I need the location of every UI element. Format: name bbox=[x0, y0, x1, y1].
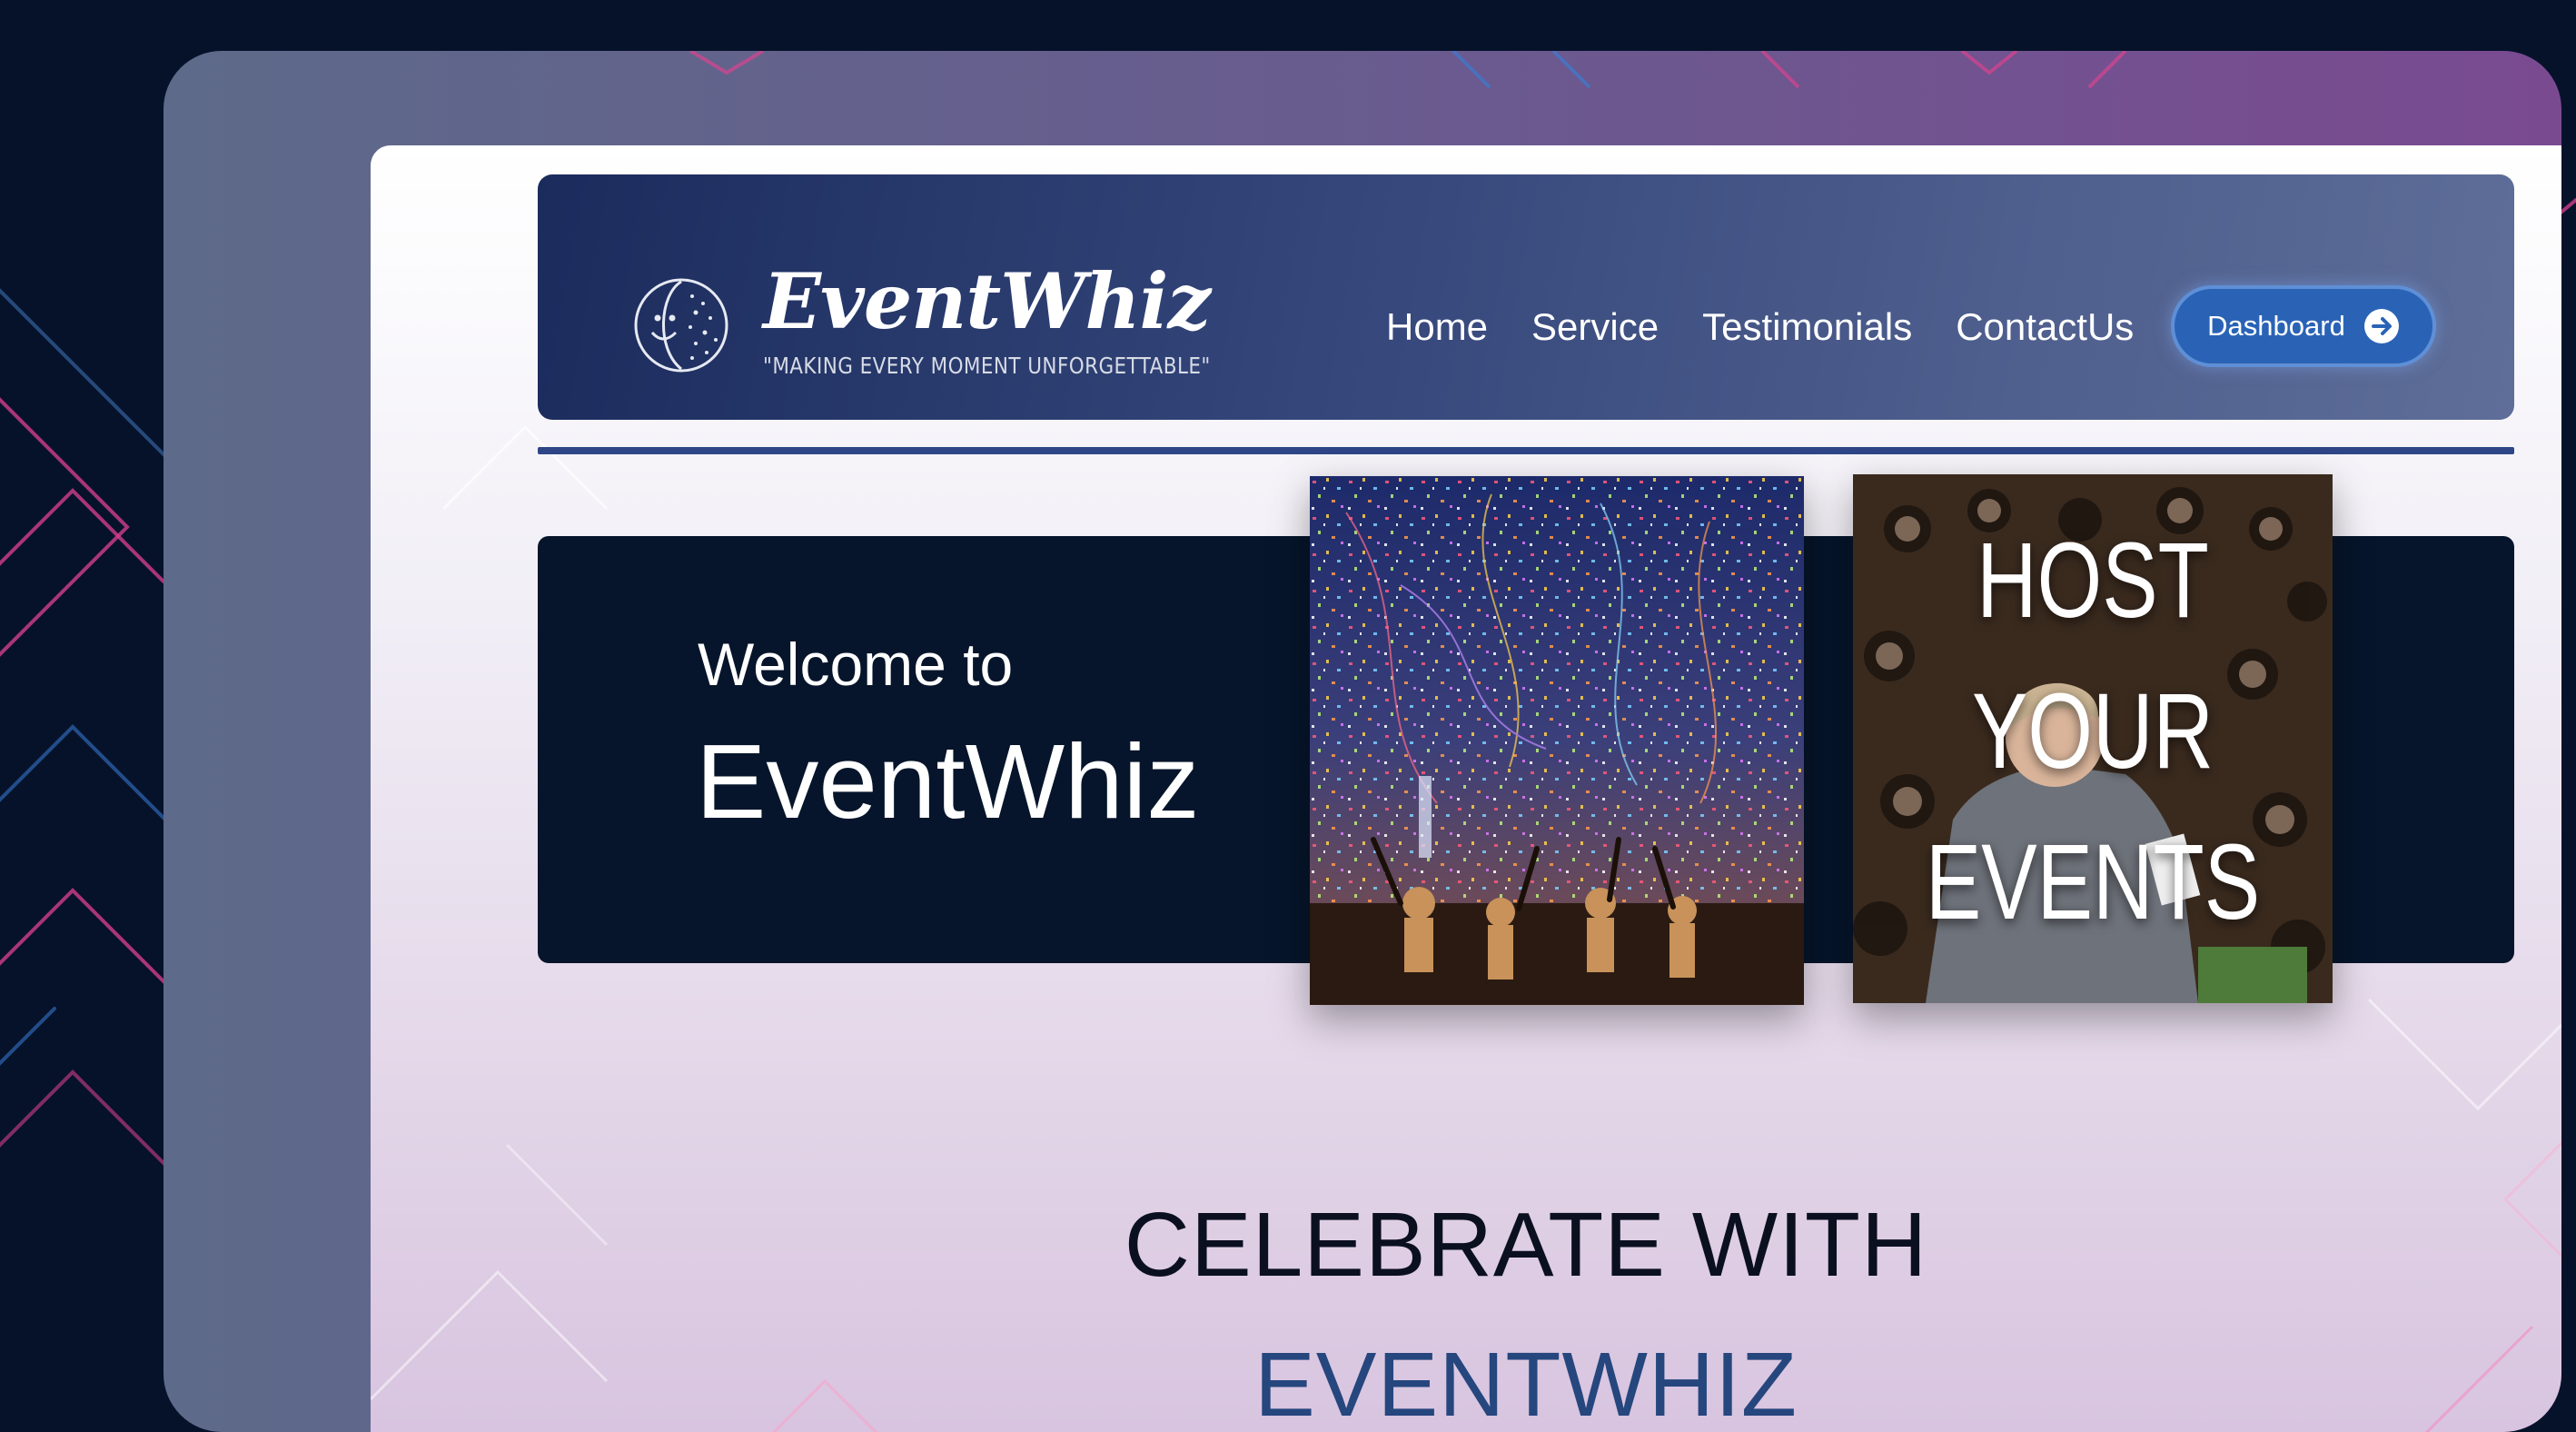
brand-logo-text[interactable]: EventWhiz bbox=[763, 264, 1211, 340]
brand-tagline: "MAKING EVERY MOMENT UNFORGETTABLE" bbox=[763, 353, 1211, 379]
arrow-right-circle-icon bbox=[2363, 309, 2399, 343]
host-line-3: EVENTS bbox=[1925, 822, 2261, 942]
navbar-divider bbox=[538, 447, 2514, 454]
hero-brand-title: EventWhiz bbox=[696, 722, 1200, 840]
host-line-1: HOST bbox=[1977, 521, 2209, 641]
hero-welcome-text: Welcome to bbox=[698, 631, 1014, 698]
nav-link-service[interactable]: Service bbox=[1531, 300, 1659, 354]
nav-link-testimonials[interactable]: Testimonials bbox=[1702, 300, 1912, 354]
navbar: EventWhiz "MAKING EVERY MOMENT UNFORGETT… bbox=[538, 174, 2514, 420]
landing-page: EventWhiz "MAKING EVERY MOMENT UNFORGETT… bbox=[371, 145, 2561, 1432]
host-your-events-heading: HOST YOUR EVENTS bbox=[1906, 505, 2280, 958]
nav-links: Home Service Testimonials ContactUs bbox=[1386, 300, 2134, 354]
section-heading-line2: EVENTWHIZ bbox=[1254, 1334, 1798, 1432]
confetti-celebration-photo bbox=[1310, 476, 1804, 1005]
dashboard-button-label: Dashboard bbox=[2207, 310, 2345, 342]
section-heading-line1: CELEBRATE WITH bbox=[1124, 1194, 1928, 1296]
confetti-photo-graphic bbox=[1310, 476, 1804, 1005]
host-line-2: YOUR bbox=[1972, 671, 2214, 791]
conference-speaker-photo: HOST YOUR EVENTS bbox=[1853, 474, 2333, 1003]
nav-link-home[interactable]: Home bbox=[1386, 300, 1488, 354]
app-frame: EventWhiz "MAKING EVERY MOMENT UNFORGETT… bbox=[163, 51, 2561, 1432]
nav-link-contactus[interactable]: ContactUs bbox=[1956, 300, 2134, 354]
smiling-moon-emblem-icon[interactable] bbox=[632, 276, 730, 374]
dashboard-button[interactable]: Dashboard bbox=[2171, 285, 2436, 367]
